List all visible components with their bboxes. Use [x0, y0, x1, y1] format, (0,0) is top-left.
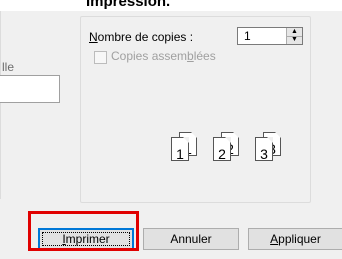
copies-count-label: Nombre de copies :	[89, 30, 193, 44]
apply-button-accesskey: A	[270, 232, 279, 246]
copies-count-input[interactable]: 1 ▲ ▼	[237, 27, 303, 45]
collate-label-accesskey: b	[187, 49, 194, 63]
copies-spinner: ▲ ▼	[286, 28, 302, 44]
preview-page-front-1: 1	[171, 137, 189, 162]
preview-page-front-3: 3	[255, 137, 273, 162]
preview-page-front-3-number: 3	[260, 146, 268, 162]
copies-count-value: 1	[244, 29, 251, 43]
left-panel-field[interactable]	[0, 75, 60, 103]
collate-checkbox[interactable]	[94, 51, 107, 64]
left-panel-label: lle	[2, 60, 15, 74]
apply-button-label: ppliquer	[278, 232, 321, 246]
copies-label-text: ombre de copies :	[97, 30, 194, 44]
collate-label-start: Copies assem	[111, 49, 188, 63]
left-panel-edge	[0, 11, 1, 199]
spin-down-button[interactable]: ▼	[287, 36, 302, 44]
copies-group: Nombre de copies : 1 ▲ ▼ Copies assemblé…	[80, 16, 311, 203]
apply-button[interactable]: Appliquer	[248, 228, 342, 250]
preview-page-front-2: 2	[213, 137, 231, 162]
collation-preview: 1 1 2 2 3 3	[171, 112, 301, 162]
page-heading: Impression.	[86, 0, 171, 10]
preview-page-front-2-number: 2	[218, 146, 226, 162]
collate-label: Copies assemblées	[111, 49, 216, 63]
cancel-button-label: Annuler	[170, 232, 212, 246]
copies-label-accesskey: N	[89, 30, 98, 44]
collate-label-end: lées	[193, 49, 216, 63]
preview-page-front-1-number: 1	[176, 146, 184, 162]
cancel-button[interactable]: Annuler	[143, 228, 239, 250]
print-button-highlight	[28, 211, 139, 251]
